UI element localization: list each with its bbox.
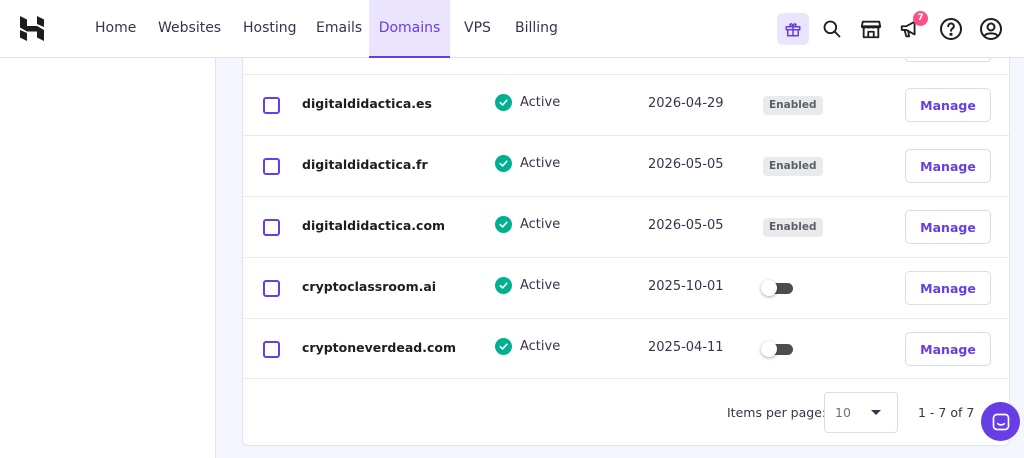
status-text: Active (520, 339, 561, 354)
manage-button[interactable]: Manage (905, 271, 991, 305)
help-button[interactable] (935, 13, 967, 45)
auto-renew-toggle[interactable] (761, 341, 793, 357)
nav-item-billing[interactable]: Billing (515, 0, 558, 58)
row-checkbox[interactable] (263, 341, 280, 358)
auto-renew-badge: Enabled (763, 96, 823, 115)
search-icon (823, 20, 841, 38)
nav-item-domains[interactable]: Domains (369, 0, 450, 58)
top-navigation-bar: Home Websites Hosting Emails Domains VPS… (0, 0, 1024, 58)
row-checkbox[interactable] (263, 97, 280, 114)
nav-item-hosting[interactable]: Hosting (243, 0, 297, 58)
hostinger-logo[interactable] (20, 16, 44, 41)
table-row: cryptoneverdead.com Active 2025-04-11 Ma… (243, 318, 1011, 379)
left-sidebar (0, 58, 216, 458)
domain-name[interactable]: digitaldidactica.com (302, 218, 445, 233)
items-per-page-label: Items per page: (727, 405, 827, 420)
row-checkbox[interactable] (263, 280, 280, 297)
pagination-footer: Items per page: 10 1 - 7 of 7 (243, 378, 1011, 446)
account-icon (980, 18, 1002, 40)
store-button[interactable] (855, 13, 887, 45)
expiration-date: 2026-05-05 (648, 157, 724, 172)
status-text: Active (520, 95, 561, 110)
auto-renew-toggle[interactable] (761, 280, 793, 296)
caret-down-icon (871, 410, 881, 415)
auto-renew-badge: Enabled (763, 218, 823, 237)
domain-name[interactable]: cryptoclassroom.ai (302, 279, 436, 294)
status-text: Active (520, 156, 561, 171)
status-cell: Active (495, 94, 560, 111)
check-circle-icon (495, 338, 512, 355)
manage-button-partial[interactable] (905, 58, 991, 62)
table-row: digitaldidactica.es Active 2026-04-29 En… (243, 74, 1011, 135)
table-row: cryptoclassroom.ai Active 2025-10-01 Man… (243, 257, 1011, 318)
check-circle-icon (495, 155, 512, 172)
status-text: Active (520, 278, 561, 293)
check-circle-icon (495, 94, 512, 111)
check-circle-icon (495, 216, 512, 233)
store-icon (860, 20, 882, 39)
domain-name[interactable]: digitaldidactica.fr (302, 157, 428, 172)
expiration-date: 2025-10-01 (648, 279, 724, 294)
nav-item-vps[interactable]: VPS (464, 0, 491, 58)
row-checkbox[interactable] (263, 158, 280, 175)
check-circle-icon (495, 277, 512, 294)
table-row: digitaldidactica.fr Active 2026-05-05 En… (243, 135, 1011, 196)
account-button[interactable] (975, 13, 1007, 45)
nav-item-home[interactable]: Home (95, 0, 136, 58)
domain-name[interactable]: digitaldidactica.es (302, 96, 432, 111)
auto-renew-badge: Enabled (763, 157, 823, 176)
manage-button[interactable]: Manage (905, 149, 991, 183)
domains-table: digitaldidactica.es Active 2026-04-29 En… (242, 58, 1011, 446)
status-cell: Active (495, 155, 560, 172)
manage-button[interactable]: Manage (905, 88, 991, 122)
help-icon (940, 18, 962, 40)
notifications-button[interactable]: 7 (894, 11, 928, 45)
manage-button[interactable]: Manage (905, 332, 991, 366)
gift-icon (785, 23, 801, 37)
gift-button[interactable] (777, 13, 809, 45)
manage-button[interactable]: Manage (905, 210, 991, 244)
expiration-date: 2026-05-05 (648, 218, 724, 233)
status-cell: Active (495, 277, 560, 294)
nav-item-emails[interactable]: Emails (316, 0, 362, 58)
domain-name[interactable]: cryptoneverdead.com (302, 340, 456, 355)
expiration-date: 2026-04-29 (648, 96, 724, 111)
items-per-page-select[interactable]: 10 (824, 392, 898, 433)
chat-button[interactable] (981, 402, 1020, 441)
items-per-page-value: 10 (835, 405, 851, 420)
search-button[interactable] (816, 13, 848, 45)
expiration-date: 2025-04-11 (648, 340, 724, 355)
notification-count-badge: 7 (913, 11, 928, 26)
status-cell: Active (495, 216, 560, 233)
row-checkbox[interactable] (263, 219, 280, 236)
status-cell: Active (495, 338, 560, 355)
status-text: Active (520, 217, 561, 232)
chat-icon (992, 413, 1009, 430)
pagination-range: 1 - 7 of 7 (918, 405, 975, 420)
nav-item-websites[interactable]: Websites (158, 0, 221, 58)
table-row: digitaldidactica.com Active 2026-05-05 E… (243, 196, 1011, 257)
